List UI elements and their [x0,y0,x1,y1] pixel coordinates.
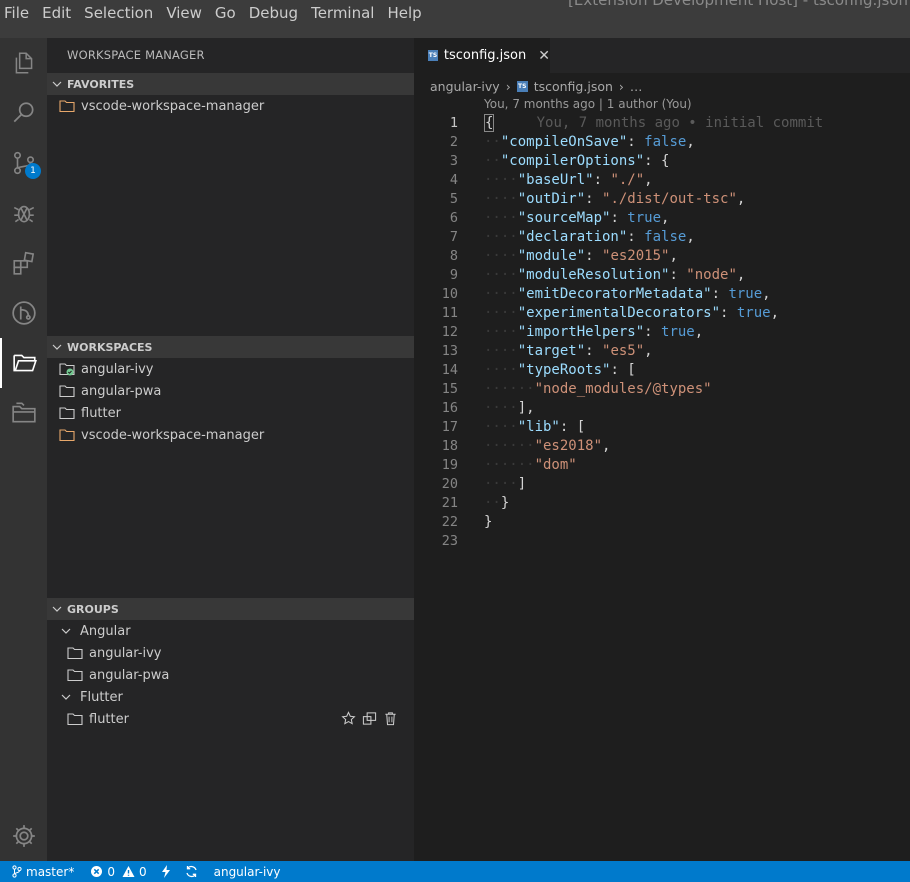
group-angular[interactable]: Angular [47,620,414,642]
code-line: 3 ··"compilerOptions": { [449,152,670,169]
git-branch-icon [12,865,22,878]
extensions-icon[interactable] [0,238,47,288]
debug-icon[interactable] [0,188,47,238]
breadcrumb-file[interactable]: tsconfig.json [534,79,613,94]
menu-go[interactable]: Go [210,0,244,32]
chevron-right-icon: › [618,78,624,94]
settings-gear-icon[interactable] [0,811,47,861]
folder-orange-icon [59,428,77,442]
workspace-item-flutter[interactable]: flutter [47,402,414,424]
code-line: 12 ····"importHelpers": true, [441,323,704,340]
menu-selection[interactable]: Selection [79,0,161,32]
status-bar: master* 0 0 angular-ivy [0,861,910,882]
menu-view[interactable]: View [161,0,210,32]
workspace-status[interactable]: angular-ivy [214,865,281,879]
folder-orange-icon [59,99,77,113]
search-icon[interactable] [0,88,47,138]
git-blame-annotation: You, 7 months ago • initial commit [536,114,824,131]
error-icon [91,866,103,877]
code-line: 4 ····"baseUrl": "./", [449,171,653,188]
group-item-flutter[interactable]: flutter [47,708,414,730]
code-line: 18 ······"es2018", [441,437,611,454]
gitlens-icon[interactable] [0,288,47,338]
branch-status[interactable]: master* [12,865,74,879]
activity-bar: 1 [0,38,47,861]
typescript-file-icon: TS [428,50,438,61]
code-line: 8 ····"module": "es2015", [449,247,678,264]
group-item-angular-pwa[interactable]: angular-pwa [47,664,414,686]
trash-icon[interactable] [383,711,398,726]
chevron-down-icon [47,342,67,352]
code-line: 9 ····"moduleResolution": "node", [449,266,746,283]
code-line: 22 } [441,513,493,530]
window-title: [Extension Development Host] - tsconfig.… [568,0,908,9]
typescript-file-icon: TS [516,80,528,92]
folder-icon [67,668,85,682]
code-line: 20 ····] [441,475,527,492]
sidebar-title: WORKSPACE MANAGER [67,48,205,62]
group-flutter[interactable]: Flutter [47,686,414,708]
folder-icon [59,406,77,420]
folder-icon [67,712,85,726]
scm-badge: 1 [25,163,41,179]
code-line: 7 ····"declaration": false, [449,228,695,245]
group-item-angular-ivy[interactable]: angular-ivy [47,642,414,664]
code-line: 13 ····"target": "es5", [441,342,653,359]
groups-header[interactable]: GROUPS [47,598,414,620]
menu-help[interactable]: Help [382,0,429,32]
breadcrumb: angular-ivy › TS tsconfig.json › … [430,75,642,97]
workspace-item-angular-ivy[interactable]: angular-ivy [47,358,414,380]
breadcrumb-folder[interactable]: angular-ivy [430,79,500,94]
code-line: 16 ····], [441,399,535,416]
workspace-item-angular-pwa[interactable]: angular-pwa [47,380,414,402]
code-line: 1 { You, 7 months ago • initial commit [449,113,824,132]
tab-bar: TS tsconfig.json ✕ [414,38,910,73]
code-line: 15 ······"node_modules/@types" [441,380,712,397]
tab-tsconfig[interactable]: TS tsconfig.json ✕ [414,38,550,73]
workspace-item-vscode-workspace-manager[interactable]: vscode-workspace-manager [47,424,414,446]
code-line: 17 ····"lib": [ [441,418,586,435]
sidebar: WORKSPACE MANAGER FAVORITES vscode-works… [47,38,414,861]
code-line: 23 [441,532,458,549]
code-line: 19 ······"dom" [441,456,577,473]
chevron-down-icon [47,604,67,614]
editor: TS tsconfig.json ✕ angular-ivy › TS tsco… [414,38,910,861]
codelens-authors[interactable]: You, 7 months ago | 1 author (You) [484,97,692,111]
code-line: 10 ····"emitDecoratorMetadata": true, [441,285,771,302]
chevron-down-icon [61,692,73,702]
chevron-right-icon: › [505,78,511,94]
code-line: 5 ····"outDir": "./dist/out-tsc", [449,190,746,207]
menu-bar: File Edit Selection View Go Debug Termin… [0,0,910,38]
code-line: 11 ····"experimentalDecorators": true, [441,304,780,321]
problems-status[interactable]: 0 0 [90,865,147,879]
menu-terminal[interactable]: Terminal [306,0,382,32]
folders-icon[interactable] [0,388,47,438]
favorite-item[interactable]: vscode-workspace-manager [47,95,414,117]
folder-icon [67,646,85,660]
warning-icon [122,866,135,877]
menu-file[interactable]: File [0,0,37,32]
favorites-header[interactable]: FAVORITES [47,73,414,95]
sync-icon[interactable] [185,865,198,878]
star-icon[interactable] [341,711,356,726]
lightning-icon[interactable] [161,865,171,878]
workspace-manager-icon[interactable] [0,338,47,388]
folder-active-icon [59,362,77,376]
close-icon[interactable]: ✕ [538,48,550,64]
open-new-window-icon[interactable] [362,711,377,726]
chevron-down-icon [47,79,67,89]
chevron-down-icon [61,626,73,636]
folder-icon [59,384,77,398]
workspaces-header[interactable]: WORKSPACES [47,336,414,358]
code-line: 6 ····"sourceMap": true, [449,209,670,226]
source-control-icon[interactable]: 1 [0,138,47,188]
menu-debug[interactable]: Debug [244,0,306,32]
row-actions [341,711,398,726]
explorer-icon[interactable] [0,38,47,88]
code-line: 21 ··} [441,494,510,511]
menu-edit[interactable]: Edit [37,0,79,32]
breadcrumb-more[interactable]: … [630,79,643,94]
code-line: 14 ····"typeRoots": [ [441,361,636,378]
code-line: 2 ··"compileOnSave": false, [449,133,695,150]
